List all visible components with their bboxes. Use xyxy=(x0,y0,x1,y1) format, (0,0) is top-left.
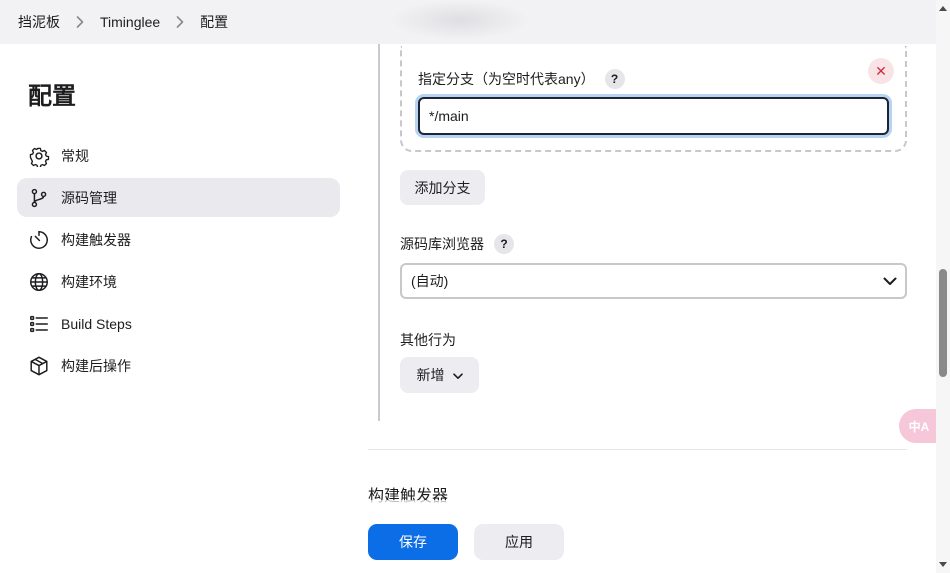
chevron-right-icon xyxy=(68,14,92,30)
repository-browser-select[interactable]: (自动) xyxy=(400,263,907,299)
sidebar-nav: 常规 源码管理 构建触发器 构建环境 Build Steps 构建后操作 xyxy=(17,136,340,388)
globe-icon xyxy=(28,271,50,293)
page-title: 配置 xyxy=(28,83,76,110)
chevron-right-icon xyxy=(168,14,192,30)
select-value: (自动) xyxy=(411,273,449,289)
package-icon xyxy=(28,355,50,377)
sidebar-item-label: 源码管理 xyxy=(61,189,117,206)
remove-branch-button[interactable]: ✕ xyxy=(868,58,894,84)
scroll-up-arrow-icon[interactable] xyxy=(939,6,947,11)
scroll-down-arrow-icon[interactable] xyxy=(939,562,947,567)
breadcrumb-dashboard[interactable]: 挡泥板 xyxy=(18,12,60,32)
sidebar-item-build-steps[interactable]: Build Steps xyxy=(17,304,340,343)
section-divider xyxy=(368,449,907,450)
list-icon xyxy=(28,313,50,335)
sidebar-item-label: 构建环境 xyxy=(61,273,117,290)
scrollbar-thumb[interactable] xyxy=(939,269,947,377)
sidebar-item-label: 构建触发器 xyxy=(61,231,131,248)
scrollbar[interactable] xyxy=(936,0,950,573)
section-rail xyxy=(378,44,380,421)
branch-specifier-label: 指定分支（为空时代表any） ? xyxy=(418,69,625,89)
sidebar-item-post-build[interactable]: 构建后操作 xyxy=(17,346,340,385)
sidebar-item-label: 常规 xyxy=(61,147,89,164)
breadcrumb-job[interactable]: Timinglee xyxy=(100,14,160,30)
browser-label-text: 源码库浏览器 xyxy=(400,236,484,252)
translate-widget[interactable]: 中A xyxy=(899,409,939,443)
add-behaviour-button[interactable]: 新增 xyxy=(400,357,479,393)
save-button[interactable]: 保存 xyxy=(368,524,458,560)
repository-browser-label: 源码库浏览器 ? xyxy=(400,234,514,254)
gear-icon xyxy=(28,145,50,167)
sidebar-item-scm[interactable]: 源码管理 xyxy=(17,178,340,217)
header-glow xyxy=(390,0,530,40)
help-icon[interactable]: ? xyxy=(494,234,514,254)
branch-label-text: 指定分支（为空时代表any） xyxy=(418,71,595,87)
translate-icon: 中A xyxy=(908,419,930,434)
close-icon: ✕ xyxy=(875,62,887,79)
sidebar-item-build-triggers[interactable]: 构建触发器 xyxy=(17,220,340,259)
help-icon[interactable]: ? xyxy=(604,69,625,89)
add-new-label: 新增 xyxy=(416,367,445,383)
chevron-down-icon xyxy=(883,273,897,289)
sidebar-item-general[interactable]: 常规 xyxy=(17,136,340,175)
add-branch-button[interactable]: 添加分支 xyxy=(400,170,485,205)
timer-icon xyxy=(28,229,50,251)
apply-button[interactable]: 应用 xyxy=(474,524,564,560)
sidebar-item-label: Build Steps xyxy=(61,315,132,332)
branch-icon xyxy=(28,187,50,209)
additional-behaviours-label: 其他行为 xyxy=(400,332,456,348)
sidebar-item-build-environment[interactable]: 构建环境 xyxy=(17,262,340,301)
breadcrumb-current[interactable]: 配置 xyxy=(200,12,228,32)
branch-specifier-input[interactable] xyxy=(418,97,889,135)
chevron-down-icon xyxy=(452,367,463,383)
sidebar-item-label: 构建后操作 xyxy=(61,357,131,374)
